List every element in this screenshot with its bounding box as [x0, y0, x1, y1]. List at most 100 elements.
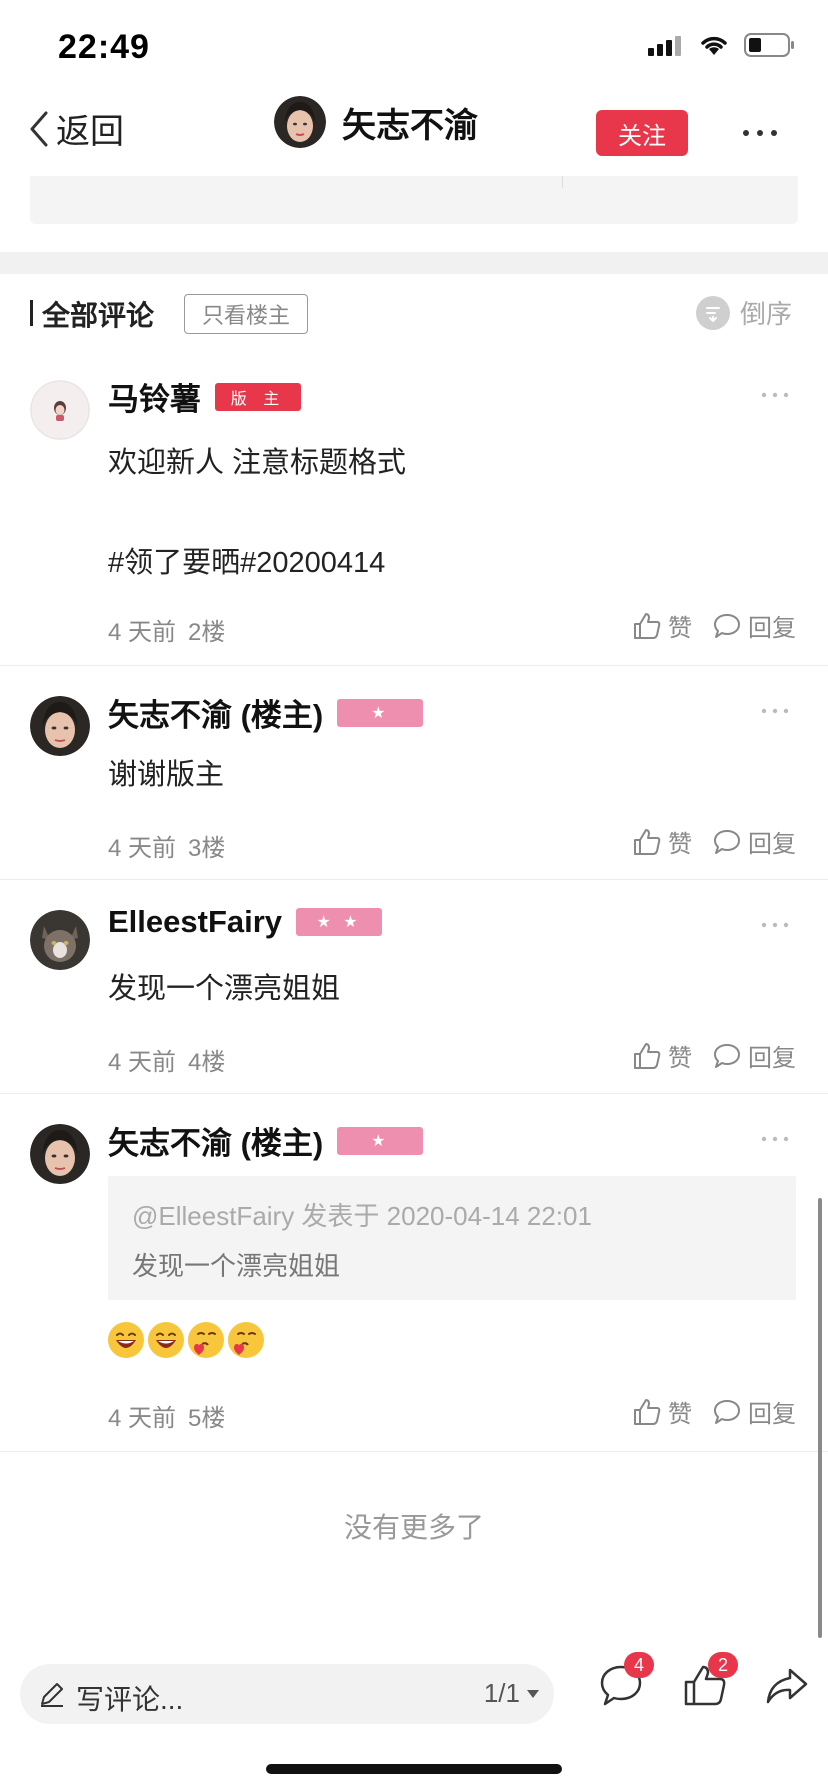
comment-time: 4 天前 — [108, 1049, 177, 1076]
commenter-avatar[interactable] — [30, 696, 90, 756]
comments-button[interactable]: 4 — [598, 1652, 654, 1713]
reply-button[interactable]: 回复 — [712, 1038, 796, 1073]
comment-meta: 4 天前 5楼 — [108, 1398, 225, 1433]
thumbs-up-icon — [634, 612, 661, 639]
like-button[interactable]: 赞 — [632, 1394, 692, 1429]
reply-label: 回复 — [748, 615, 796, 642]
bottom-bar: 写评论... 1/1 4 2 — [0, 1648, 828, 1748]
speech-bubble-icon — [714, 613, 740, 638]
page-selector[interactable]: 1/1 — [484, 1678, 540, 1709]
comment-more-icon[interactable] — [760, 920, 790, 930]
reply-button[interactable]: 回复 — [712, 824, 796, 859]
comment-actions: 赞 回复 — [632, 824, 796, 859]
emoji-row — [108, 1322, 264, 1358]
status-icons — [648, 32, 796, 58]
home-indicator[interactable] — [266, 1764, 562, 1774]
like-label: 赞 — [668, 615, 692, 642]
like-label: 赞 — [668, 1045, 692, 1072]
back-button[interactable]: 返回 — [26, 104, 124, 153]
reply-button[interactable]: 回复 — [712, 608, 796, 643]
comment-text: 发现一个漂亮姐姐 — [108, 964, 340, 1014]
chevron-left-icon — [30, 111, 48, 146]
commenter-avatar[interactable] — [30, 380, 90, 440]
caret-down-icon — [527, 1689, 539, 1698]
comment-text-line: #领了要晒#20200414 — [108, 547, 386, 579]
pen-icon — [41, 1683, 63, 1707]
battery-icon — [744, 33, 794, 57]
laughing-emoji — [148, 1322, 184, 1358]
comment-more-icon[interactable] — [760, 1134, 790, 1144]
post-content-card — [30, 176, 798, 224]
comment-item: 马铃薯 版 主 欢迎新人 注意标题格式 #领了要晒#20200414 4 天前 … — [0, 350, 828, 666]
commenter-avatar[interactable] — [30, 910, 90, 970]
scrollbar[interactable] — [818, 1198, 822, 1638]
comments-title: 全部评论 — [42, 300, 155, 331]
wifi-icon — [701, 36, 727, 55]
section-divider — [0, 252, 828, 274]
header-accent-bar — [30, 300, 33, 326]
comments-header: 全部评论 只看楼主 倒序 — [0, 274, 828, 350]
reply-label: 回复 — [748, 831, 796, 858]
commenter-name-row: ElleestFairy ★ ★ — [108, 904, 383, 940]
commenter-name[interactable]: ElleestFairy — [108, 904, 282, 940]
sort-icon — [696, 295, 730, 330]
author-avatar[interactable] — [274, 96, 326, 148]
like-button[interactable]: 赞 — [632, 1038, 692, 1073]
comment-text-line: 谢谢版主 — [108, 759, 225, 791]
comment-text-line — [108, 488, 406, 538]
commenter-name-row: 马铃薯 版 主 — [108, 374, 301, 419]
like-button[interactable]: 赞 — [632, 608, 692, 643]
share-arrow-icon — [766, 1668, 808, 1704]
comment-input[interactable]: 写评论... 1/1 — [20, 1664, 554, 1724]
post-like-button[interactable]: 2 — [682, 1652, 738, 1713]
comment-item: 矢志不渝 (楼主) ★ 谢谢版主 4 天前 3楼 赞 回复 — [0, 666, 828, 880]
comment-actions: 赞 回复 — [632, 1394, 796, 1429]
only-owner-button[interactable]: 只看楼主 — [184, 294, 308, 334]
comment-text: 欢迎新人 注意标题格式 #领了要晒#20200414 — [108, 438, 406, 588]
commenter-name[interactable]: 矢志不渝 (楼主) — [108, 690, 323, 735]
more-options-icon[interactable] — [740, 118, 780, 148]
comment-meta: 4 天前 3楼 — [108, 828, 225, 863]
quote-header: @ElleestFairy 发表于 2020-04-14 22:01 — [132, 1201, 592, 1231]
comment-more-icon[interactable] — [760, 706, 790, 716]
nav-author[interactable]: 矢志不渝 — [274, 96, 478, 148]
commenter-name[interactable]: 马铃薯 — [108, 374, 201, 419]
thinking-heart-emoji — [188, 1322, 224, 1358]
comment-meta: 4 天前 2楼 — [108, 612, 225, 647]
nav-bar: 返回 矢志不渝 关注 — [0, 92, 828, 172]
comment-more-icon[interactable] — [760, 390, 790, 400]
laughing-emoji — [108, 1322, 144, 1358]
like-label: 赞 — [668, 831, 692, 858]
reply-label: 回复 — [748, 1045, 796, 1072]
follow-button[interactable]: 关注 — [596, 110, 688, 156]
level-badge: ★ — [337, 1126, 424, 1155]
speech-bubble-icon — [714, 1399, 740, 1424]
back-label: 返回 — [56, 113, 124, 151]
comment-time: 4 天前 — [108, 1405, 177, 1432]
sort-label: 倒序 — [740, 299, 793, 329]
moderator-badge: 版 主 — [215, 382, 301, 411]
reply-label: 回复 — [748, 1401, 796, 1428]
cellular-signal-icon — [648, 36, 681, 56]
like-button[interactable]: 赞 — [632, 824, 692, 859]
like-label: 赞 — [668, 1401, 692, 1428]
reply-button[interactable]: 回复 — [712, 1394, 796, 1429]
comment-time: 4 天前 — [108, 619, 177, 646]
comment-floor: 3楼 — [188, 835, 226, 862]
commenter-name-row: 矢志不渝 (楼主) ★ — [108, 1118, 424, 1163]
nav-title: 矢志不渝 — [342, 106, 478, 145]
sort-button[interactable]: 倒序 — [696, 294, 792, 331]
commenter-name[interactable]: 矢志不渝 (楼主) — [108, 1118, 323, 1163]
quoted-comment[interactable]: @ElleestFairy 发表于 2020-04-14 22:01 发现一个漂… — [108, 1176, 796, 1300]
comment-actions: 赞 回复 — [632, 608, 796, 643]
comment-floor: 2楼 — [188, 619, 226, 646]
like-count-badge: 2 — [708, 1652, 738, 1678]
commenter-avatar[interactable] — [30, 1124, 90, 1184]
level-badge: ★ ★ — [296, 908, 383, 936]
comment-text-line: 欢迎新人 注意标题格式 — [108, 447, 407, 479]
comment-actions: 赞 回复 — [632, 1038, 796, 1073]
comment-meta: 4 天前 4楼 — [108, 1042, 225, 1077]
share-button[interactable] — [764, 1662, 810, 1713]
thumbs-up-icon — [634, 1398, 661, 1425]
no-more-label: 没有更多了 — [343, 1512, 484, 1543]
